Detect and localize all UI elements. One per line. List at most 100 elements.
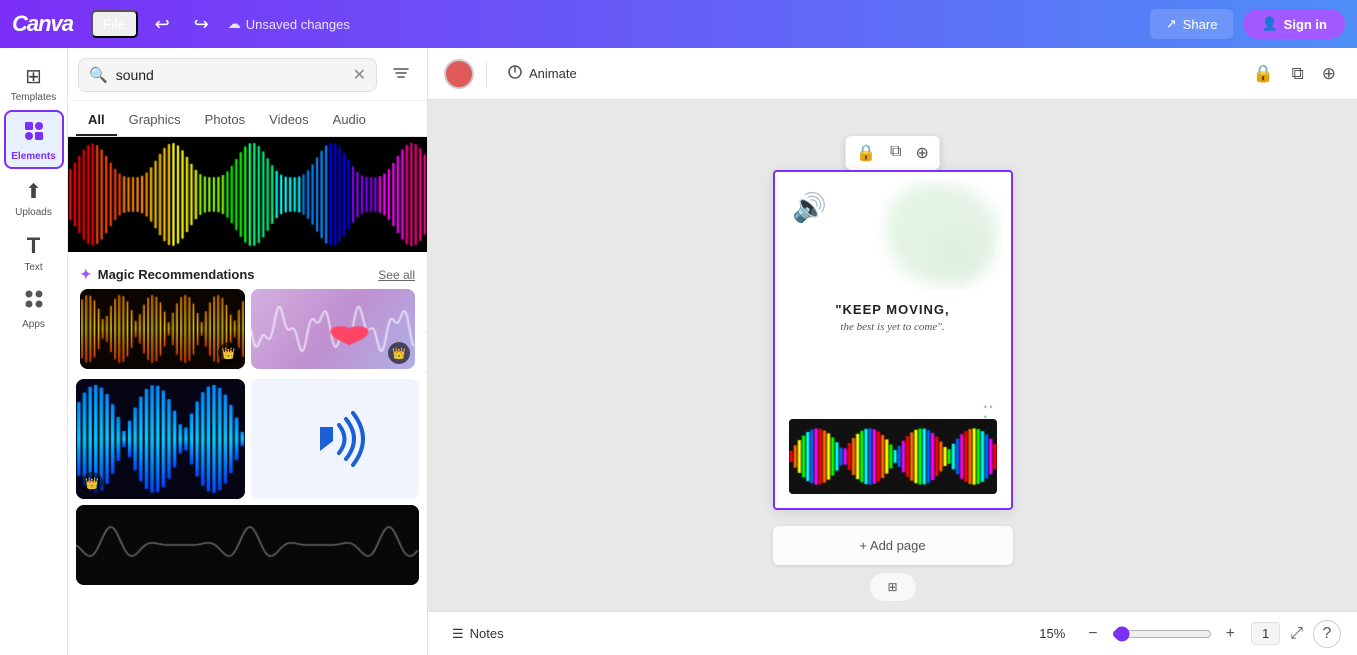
sidebar-item-templates[interactable]: ⊞ Templates [4,56,64,108]
templates-icon: ⊞ [25,64,42,89]
canvas-toolbar-right: 🔒 ⧉ ⊕ [1247,59,1341,89]
magic-rec-label: Magic Recommendations [98,267,255,282]
show-pages-area: ⊞ [869,573,915,601]
main-area: ⊞ Templates Elements ⬆ Uploads T Text [0,48,1357,655]
filter-button[interactable] [385,59,417,92]
grid-item-1[interactable]: 👑 [76,379,245,499]
signin-button[interactable]: 👤 Sign in [1243,9,1345,39]
templates-label: Templates [11,92,57,103]
show-pages-icon: ⊞ [887,580,897,594]
text-icon: T [27,233,40,259]
grid-item-2[interactable] [251,379,420,499]
rec-thumb-2[interactable]: 👑 [251,289,416,369]
card-sound-icon: 🔊 [789,186,831,228]
help-button[interactable]: ? [1313,620,1341,648]
copy-card-icon[interactable]: ⧉ [887,140,904,166]
elements-icon [23,120,45,148]
canva-logo: Canva [12,11,73,37]
elements-panel: 🔍 ✕ All Graphics Photos Videos Audio [68,48,428,655]
watercolor-blob [873,180,1003,290]
design-card[interactable]: 🔊 "KEEP MOVING, the best is yet to come"… [773,170,1013,510]
magic-rec-title: ✦ Magic Recommendations [80,266,255,283]
panel-grid: 👑 [68,379,427,593]
clear-search-icon[interactable]: ✕ [353,65,366,85]
zoom-slider[interactable] [1112,626,1212,642]
unsaved-text: Unsaved changes [246,17,350,32]
tab-graphics[interactable]: Graphics [117,105,193,136]
lock-card-icon[interactable]: 🔒 [853,140,879,166]
waveform-banner[interactable]: /* generated via JS below */ [68,137,427,252]
file-menu-button[interactable]: File [91,10,138,38]
search-box[interactable]: 🔍 ✕ [78,58,377,92]
sidebar-item-uploads[interactable]: ⬆ Uploads [4,171,64,223]
rec-thumb-1[interactable]: 👑 [80,289,245,369]
grid-crown-1: 👑 [81,472,103,494]
search-row: 🔍 ✕ [68,48,427,101]
see-all-link[interactable]: See all [378,268,415,282]
zoom-controls: 15% − + [1039,622,1241,646]
notes-icon: ☰ [452,626,464,642]
grid-item-3-canvas [76,505,419,585]
fullscreen-button[interactable]: ⤢ [1290,625,1303,643]
topbar: Canva File ↩ ↪ ☁ Unsaved changes ↗ Share… [0,0,1357,48]
share-icon: ↗ [1166,16,1177,32]
quote-main-text: "KEEP MOVING, [789,302,997,317]
magic-star-icon: ✦ [80,266,92,283]
toolbar-divider [486,61,487,87]
crown-badge-2: 👑 [388,342,410,364]
animate-label: Animate [529,66,577,81]
apps-label: Apps [22,319,45,330]
grid-item-3[interactable] [76,505,419,585]
sound-wave-icon-svg [295,399,375,479]
sidebar-item-apps[interactable]: Apps [4,280,64,335]
animate-icon [507,64,523,84]
rec-thumbs-row: 👑 👑 [68,289,427,379]
show-pages-button[interactable]: ⊞ [869,573,915,601]
crown-badge-1: 👑 [218,342,240,364]
sidebar-item-elements[interactable]: Elements [4,110,64,169]
animate-button[interactable]: Animate [499,59,585,89]
design-container: 🔒 ⧉ ⊕ [773,130,1013,581]
tab-photos[interactable]: Photos [193,105,257,136]
zoom-percent: 15% [1039,626,1074,641]
sidebar: ⊞ Templates Elements ⬆ Uploads T Text [0,48,68,655]
color-swatch[interactable] [444,59,474,89]
tab-all[interactable]: All [76,105,117,136]
quote-sub-text: the best is yet to come". [789,321,997,333]
canvas-toolbar: Animate 🔒 ⧉ ⊕ [428,48,1357,100]
card-waveform-canvas [789,419,997,494]
unsaved-status: ☁ Unsaved changes [228,16,350,32]
uploads-label: Uploads [15,207,52,218]
tab-videos[interactable]: Videos [257,105,321,136]
waveform-canvas [68,137,427,252]
add-page-button[interactable]: + Add page [773,526,1013,565]
bottom-toolbar: ☰ Notes 15% − + 1 ⤢ ? [428,611,1357,655]
elements-label: Elements [11,151,55,162]
redo-button[interactable]: ↪ [187,10,216,39]
canvas-scroll[interactable]: 🔒 ⧉ ⊕ [428,100,1357,611]
uploads-icon: ⬆ [25,179,42,204]
share-button[interactable]: ↗ Share [1150,9,1234,39]
magic-recommendations-header: ✦ Magic Recommendations See all [68,258,427,289]
card-quote-block: "KEEP MOVING, the best is yet to come". [789,302,997,333]
tab-audio[interactable]: Audio [321,105,378,136]
apps-icon [23,288,45,316]
animate-svg-icon [507,64,523,80]
unsaved-icon: ☁ [228,16,241,32]
sidebar-item-text[interactable]: T Text [4,225,64,278]
undo-button[interactable]: ↩ [148,10,177,39]
lock-button[interactable]: 🔒 [1247,59,1278,89]
filter-icon [392,64,410,82]
add-section-button[interactable]: ⊕ [1317,59,1341,89]
notes-button[interactable]: ☰ Notes [444,622,512,646]
panel-content: /* generated via JS below */ ✦ Magic Rec… [68,137,427,655]
zoom-out-button[interactable]: − [1082,622,1103,646]
signin-icon: 👤 [1261,16,1277,32]
zoom-in-button[interactable]: + [1220,622,1241,646]
duplicate-button[interactable]: ⧉ [1287,59,1309,89]
search-input[interactable] [116,67,345,83]
canvas-area: Animate 🔒 ⧉ ⊕ 🔒 ⧉ ⊕ [428,48,1357,655]
search-icon: 🔍 [89,66,108,84]
add-card-icon[interactable]: ⊕ [912,140,931,166]
notes-label: Notes [470,626,504,641]
